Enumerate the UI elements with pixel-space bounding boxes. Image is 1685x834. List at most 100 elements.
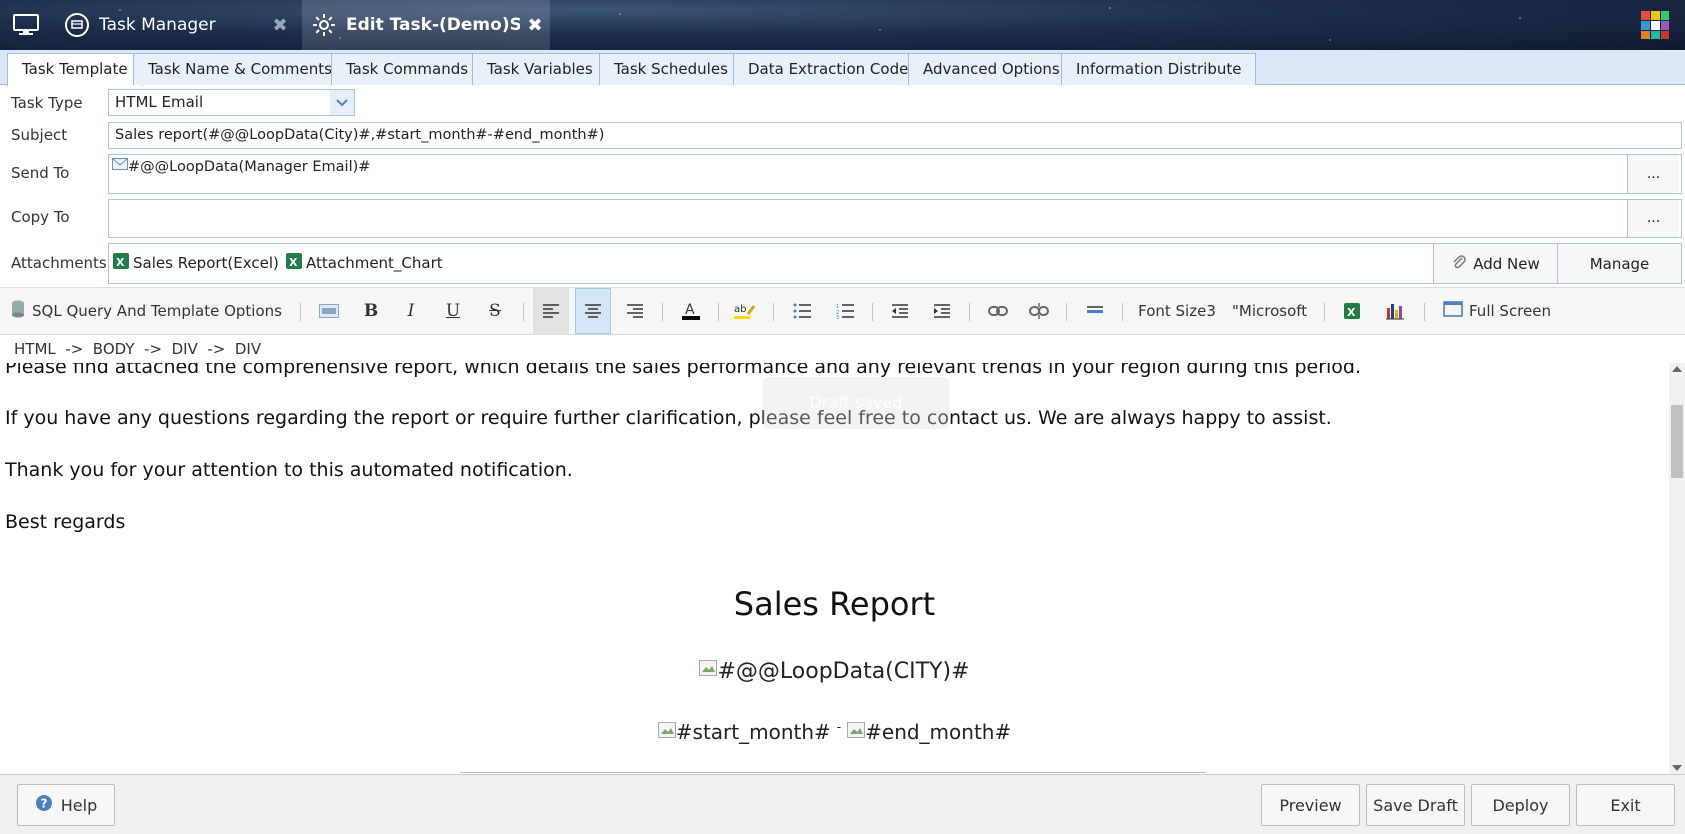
toolbar-divider <box>1324 303 1325 321</box>
horizontal-rule-icon[interactable] <box>1077 288 1113 334</box>
window-tab-label: Edit Task-(Demo)Sal... <box>346 15 520 35</box>
toolbar-divider <box>1066 303 1067 321</box>
copy-to-label: Copy To <box>11 208 70 226</box>
attachments-field: X Sales Report(Excel) X Attachment_Chart… <box>108 243 1682 284</box>
toolbar-divider <box>969 303 970 321</box>
link-icon[interactable] <box>980 288 1016 334</box>
date-range-row: #start_month# - #end_month# <box>0 720 1669 744</box>
svg-text:ab: ab <box>734 304 746 315</box>
copy-to-input[interactable]: ... <box>108 199 1682 238</box>
tab-advanced-options[interactable]: Advanced Options <box>908 53 1075 85</box>
chevron-down-icon <box>330 90 354 115</box>
send-to-label: Send To <box>11 164 70 182</box>
editor-scrollbar[interactable] <box>1669 363 1685 774</box>
close-tab-icon[interactable]: ✖ <box>265 15 295 36</box>
element-path: HTML -> BODY -> DIV -> DIV <box>14 340 262 358</box>
toolbar-divider <box>300 303 301 321</box>
close-tab-icon[interactable]: ✖ <box>520 15 550 36</box>
italic-icon[interactable]: I <box>394 288 428 334</box>
svg-text:3: 3 <box>836 315 839 319</box>
attachment-label: Sales Report(Excel) <box>133 254 279 272</box>
align-left-icon[interactable] <box>533 288 569 334</box>
html-source-icon[interactable] <box>312 288 346 334</box>
task-type-label: Task Type <box>11 94 83 112</box>
scroll-down-icon[interactable] <box>1672 765 1682 771</box>
tab-data-extraction-code[interactable]: Data Extraction Code <box>733 53 924 85</box>
toast-notification: Draft saved <box>763 377 949 429</box>
send-to-value: #@@LoopData(Manager Email)# <box>128 159 371 175</box>
date-dash: - <box>836 720 842 734</box>
excel-icon[interactable]: X <box>1334 288 1370 334</box>
bullet-list-icon[interactable] <box>784 288 820 334</box>
align-right-icon[interactable] <box>617 288 653 334</box>
body-paragraph: If you have any questions regarding the … <box>5 407 1332 429</box>
chart-icon[interactable] <box>1377 288 1413 334</box>
indent-icon[interactable] <box>924 288 960 334</box>
highlight-icon[interactable]: ab <box>728 288 762 334</box>
window-tab-task-manager[interactable]: Task Manager ✖ <box>55 0 295 50</box>
task-tab-strip: Task Template Task Name & Comments Task … <box>0 50 1685 86</box>
toolbar-divider <box>718 303 719 321</box>
attachment-item[interactable]: X Attachment_Chart <box>285 252 443 274</box>
preview-button[interactable]: Preview <box>1261 784 1360 826</box>
exit-button[interactable]: Exit <box>1576 784 1675 826</box>
full-screen-icon <box>1443 301 1463 321</box>
scroll-thumb[interactable] <box>1671 405 1683 478</box>
align-center-icon[interactable] <box>575 288 611 334</box>
tab-task-name-comments[interactable]: Task Name & Comments <box>133 53 347 85</box>
toolbar-divider <box>1122 303 1123 321</box>
toolbar-divider <box>872 303 873 321</box>
window-tab-label: Task Manager <box>99 15 216 35</box>
excel-icon: X <box>112 252 130 274</box>
toolbar-divider <box>662 303 663 321</box>
help-button[interactable]: ? Help <box>17 784 115 826</box>
editor-toolbar: SQL Query And Template Options B I U S A… <box>0 287 1685 335</box>
font-color-icon[interactable]: A <box>674 288 708 334</box>
strikethrough-icon[interactable]: S <box>478 288 512 334</box>
send-to-input[interactable]: #@@LoopData(Manager Email)# ... <box>108 154 1682 194</box>
tab-information-distribute[interactable]: Information Distribute <box>1061 53 1257 85</box>
save-draft-button[interactable]: Save Draft <box>1366 784 1465 826</box>
city-image-placeholder: #@@LoopData(CITY)# <box>0 659 1669 684</box>
svg-text:X: X <box>289 256 298 269</box>
desktop-icon[interactable] <box>8 10 44 40</box>
body-paragraph: Please find attached the comprehensive r… <box>5 363 1362 378</box>
html-editor-area[interactable]: Please find attached the comprehensive r… <box>0 363 1669 774</box>
full-screen-label: Full Screen <box>1469 302 1551 320</box>
task-type-select[interactable]: HTML Email <box>108 89 355 116</box>
tab-task-schedules[interactable]: Task Schedules <box>599 53 743 85</box>
toolbar-divider <box>773 303 774 321</box>
tab-task-variables[interactable]: Task Variables <box>472 53 608 85</box>
outdent-icon[interactable] <box>882 288 918 334</box>
title-bar: Task Manager ✖ Edit Task-(Demo)Sal... ✖ <box>0 0 1685 50</box>
unlink-icon[interactable] <box>1021 288 1057 334</box>
font-family-dropdown[interactable]: "Microsoft <box>1232 288 1318 334</box>
help-icon: ? <box>35 794 53 816</box>
add-new-button[interactable]: Add New <box>1433 244 1557 283</box>
excel-icon: X <box>285 252 303 274</box>
window-tab-edit-task[interactable]: Edit Task-(Demo)Sal... ✖ <box>302 0 550 50</box>
app-logo-icon <box>1639 9 1671 41</box>
font-size-dropdown[interactable]: Font Size3 <box>1134 288 1220 334</box>
sql-options-button[interactable]: SQL Query And Template Options <box>10 288 290 334</box>
scroll-up-icon[interactable] <box>1672 366 1682 372</box>
broken-image-icon <box>847 719 866 743</box>
deploy-button[interactable]: Deploy <box>1471 784 1570 826</box>
numbered-list-icon[interactable]: 123 <box>827 288 863 334</box>
mail-icon <box>112 154 128 178</box>
broken-image-icon <box>699 657 718 682</box>
dashboard-icon <box>63 11 91 39</box>
underline-icon[interactable]: U <box>436 288 470 334</box>
send-to-browse-button[interactable]: ... <box>1627 155 1679 193</box>
copy-to-browse-button[interactable]: ... <box>1627 200 1679 237</box>
manage-button[interactable]: Manage <box>1557 244 1681 283</box>
tab-task-commands[interactable]: Task Commands <box>331 53 484 85</box>
bold-icon[interactable]: B <box>354 288 388 334</box>
tab-task-template[interactable]: Task Template <box>7 53 143 86</box>
attachment-item[interactable]: X Sales Report(Excel) <box>112 252 279 274</box>
add-new-label: Add New <box>1473 254 1540 273</box>
footer-bar: ? Help Preview Save Draft Deploy Exit <box>0 774 1685 834</box>
full-screen-button[interactable]: Full Screen <box>1438 288 1556 334</box>
task-type-value: HTML Email <box>115 93 204 111</box>
subject-input[interactable]: Sales report(#@@LoopData(City)#,#start_m… <box>108 122 1682 149</box>
